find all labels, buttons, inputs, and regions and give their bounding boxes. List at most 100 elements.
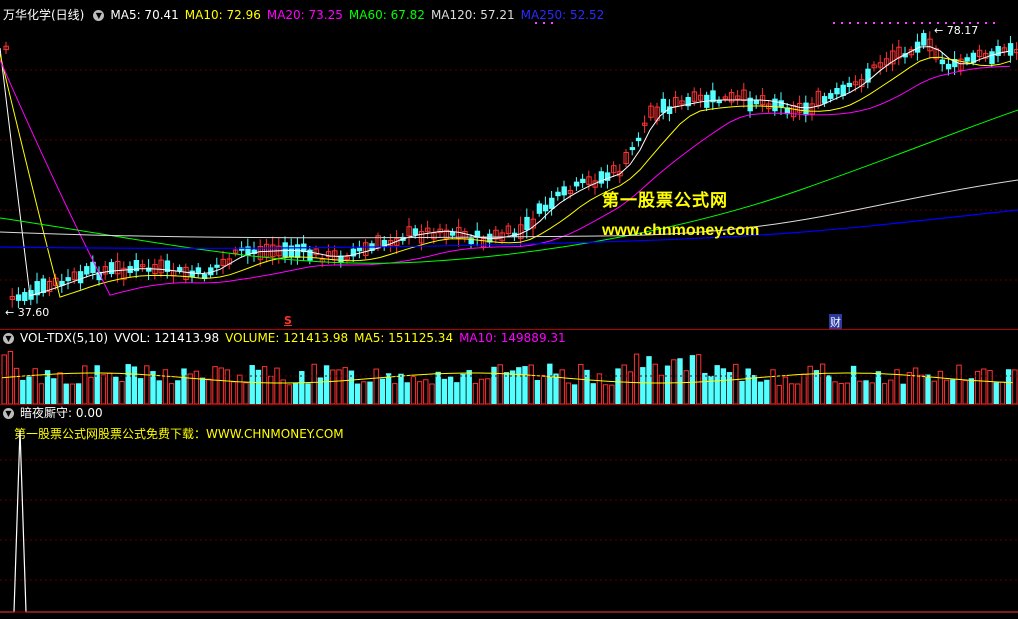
volume-bar [658, 374, 665, 404]
ma10-line [0, 53, 1011, 298]
volume-bar [826, 375, 832, 404]
volume-bar [274, 367, 280, 404]
volume-bar [106, 372, 113, 404]
volume-bar [100, 374, 107, 404]
signal-dot [921, 22, 923, 24]
candle-body [22, 292, 28, 302]
volume-bar [795, 383, 801, 404]
candle-body [828, 93, 834, 99]
volume-bar [807, 365, 813, 404]
volume-bar [373, 368, 379, 404]
candle-body [660, 98, 667, 113]
candle-body [945, 63, 952, 70]
volume-bar [875, 371, 882, 404]
candle-body [84, 266, 90, 275]
candle-body [921, 33, 927, 46]
volume-bar [323, 365, 330, 404]
candle-body [846, 82, 853, 88]
vol-indicator-name[interactable]: VOL-TDX(5,10) [20, 330, 108, 346]
candle-body [214, 264, 220, 268]
volume-bar [69, 383, 76, 404]
volume-bar [664, 365, 671, 404]
candle-body [821, 96, 828, 104]
volume-bar [578, 363, 584, 404]
volume-bar [844, 382, 851, 404]
volume-bar [547, 363, 553, 404]
candle-body [108, 262, 115, 275]
volume-bar [361, 381, 367, 404]
panel-divider [0, 404, 1018, 405]
volume-bar [199, 377, 206, 404]
ma20-line [0, 59, 1011, 296]
candle-body [189, 270, 195, 277]
volume-bar [981, 368, 987, 404]
volume-bar [243, 382, 249, 404]
volume-bar [13, 367, 20, 404]
signal-dot [551, 22, 553, 24]
volume-bar [57, 372, 63, 404]
price-chart[interactable] [0, 0, 1018, 330]
signal-dot [881, 22, 883, 24]
volume-bar [398, 373, 404, 404]
volume-bar [751, 375, 758, 404]
volume-bar [237, 374, 243, 404]
volume-bar [268, 375, 274, 404]
candle-body [803, 102, 809, 116]
candle-body [753, 99, 760, 105]
indicator-chart[interactable] [0, 420, 1018, 619]
volume-bar [230, 381, 237, 404]
volume-bar [801, 373, 807, 404]
volume-bar [1012, 369, 1018, 404]
volume-bar [212, 366, 218, 404]
volume-bar [280, 379, 286, 404]
volume-bar [206, 378, 212, 404]
volume-bar [726, 372, 733, 404]
s-signal-mark[interactable]: S [284, 314, 292, 327]
volume-bar [832, 381, 838, 404]
signal-dot [833, 22, 835, 24]
volume-bar [88, 376, 94, 404]
volume-bar [671, 359, 677, 404]
candle-body [561, 186, 567, 196]
volume-bar [51, 378, 57, 404]
finance-mark[interactable]: 财 [829, 314, 842, 330]
volume-bar [454, 382, 460, 404]
volume-bar [181, 368, 187, 404]
volume-bar [956, 364, 962, 404]
volume-bar [404, 382, 410, 404]
volume-bar [602, 384, 609, 404]
volume-bar [689, 355, 696, 404]
volume-bar [447, 376, 454, 404]
volume-bar [20, 379, 26, 404]
chevron-down-icon[interactable]: ▼ [3, 332, 14, 344]
volume-header: ▼ VOL-TDX(5,10) VVOL: 121413.98 VOLUME: … [0, 330, 572, 346]
volume-bar [609, 384, 615, 404]
volume-bar [652, 363, 658, 404]
volume-bar [286, 384, 293, 404]
volume-chart[interactable] [0, 346, 1018, 404]
candle-body [15, 294, 22, 301]
volume-bar [528, 364, 534, 404]
volume-bar [162, 369, 169, 404]
volume-bar [125, 364, 131, 404]
volume-bar [516, 367, 522, 404]
watermark-title: 第一股票公式网 [602, 191, 728, 211]
volume-bar [788, 383, 795, 404]
signal-dot [985, 22, 987, 24]
indicator-header: ▼ 暗夜厮守 : 0.00 [0, 405, 109, 421]
volume-bar [75, 383, 82, 404]
volume-bar [423, 379, 429, 404]
volume-bar [900, 383, 906, 404]
volume-bar [881, 383, 888, 404]
candle-body [964, 57, 970, 62]
chevron-down-icon[interactable]: ▼ [3, 407, 14, 419]
signal-dot [913, 22, 915, 24]
volume-bar [590, 383, 596, 404]
volume-bar [757, 381, 764, 404]
volume-bar [261, 366, 268, 404]
volume-bar [968, 378, 975, 404]
indicator-name[interactable]: 暗夜厮守 [20, 405, 68, 421]
volume-bar [584, 369, 590, 404]
volume-bar [534, 380, 541, 404]
volume-bar [646, 356, 652, 404]
